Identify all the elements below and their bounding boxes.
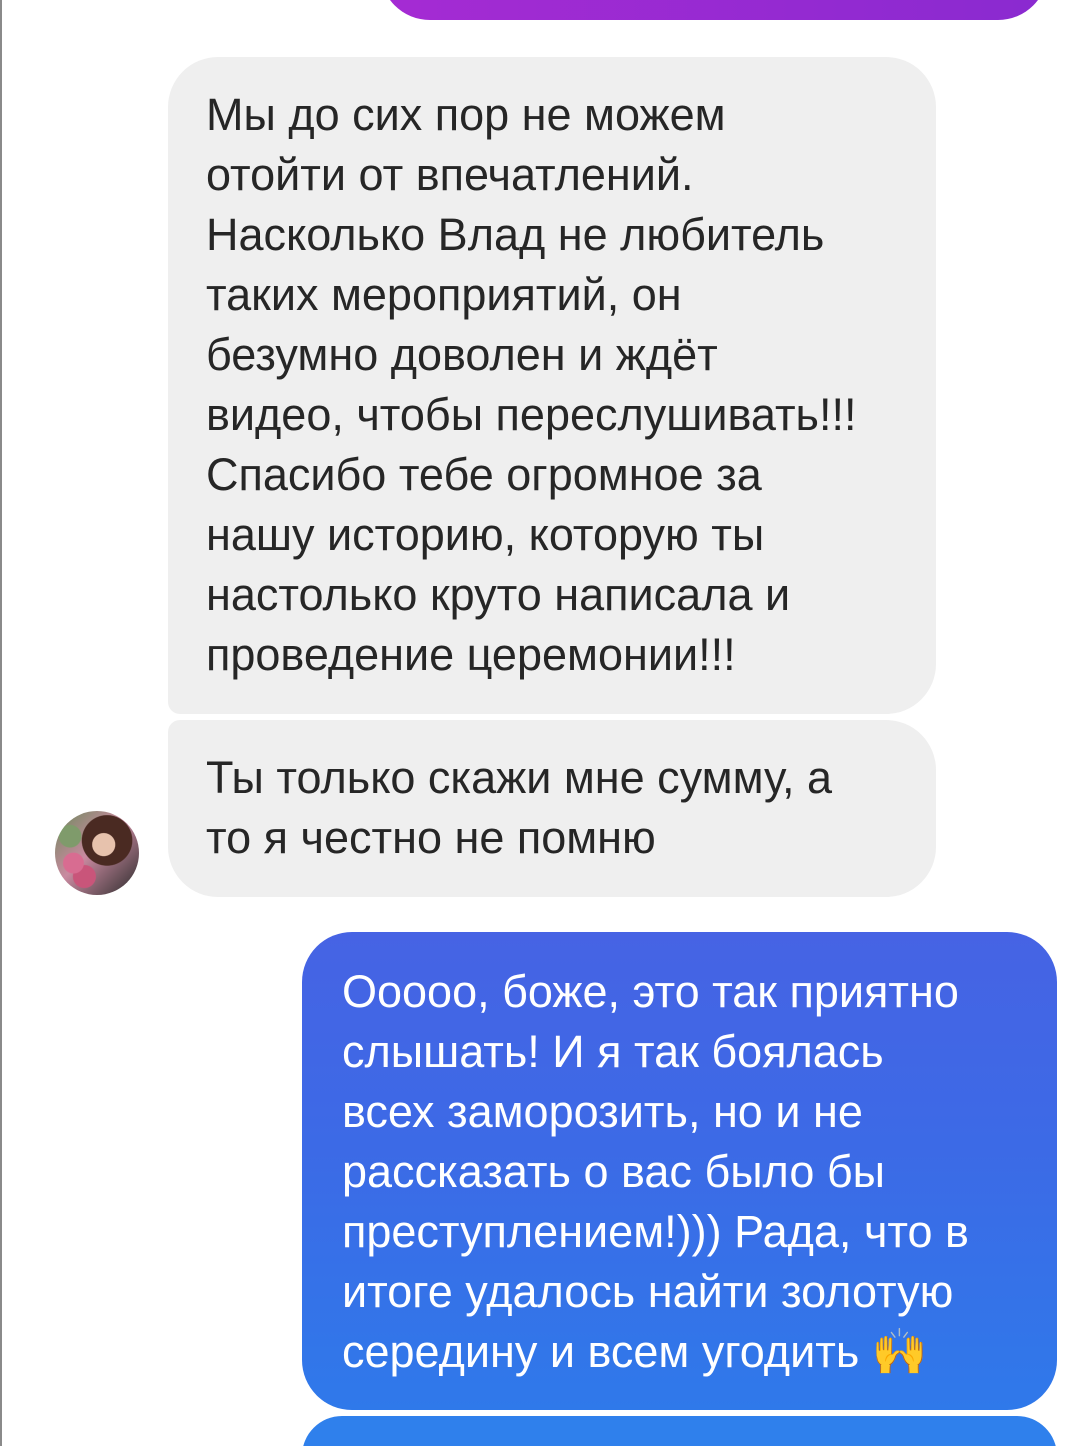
- chat-screen: Мы до сих пор не можем отойти от впечатл…: [0, 0, 1080, 1446]
- previous-sent-message-bubble[interactable]: [380, 0, 1048, 20]
- incoming-message-bubble[interactable]: Мы до сих пор не можем отойти от впечатл…: [168, 57, 936, 714]
- incoming-message-bubble[interactable]: Ты только скажи мне сумму, а то я честно…: [168, 720, 936, 897]
- outgoing-message-text: Ооооо, боже, это так приятно слышать! И …: [342, 966, 969, 1377]
- screen-edge: [0, 0, 2, 1446]
- raising-hands-icon: 🙌: [871, 1325, 928, 1378]
- outgoing-message-bubble[interactable]: Ооооо, боже, это так приятно слышать! И …: [302, 932, 1057, 1410]
- contact-avatar[interactable]: [55, 811, 139, 895]
- next-sent-message-bubble[interactable]: [302, 1416, 1057, 1446]
